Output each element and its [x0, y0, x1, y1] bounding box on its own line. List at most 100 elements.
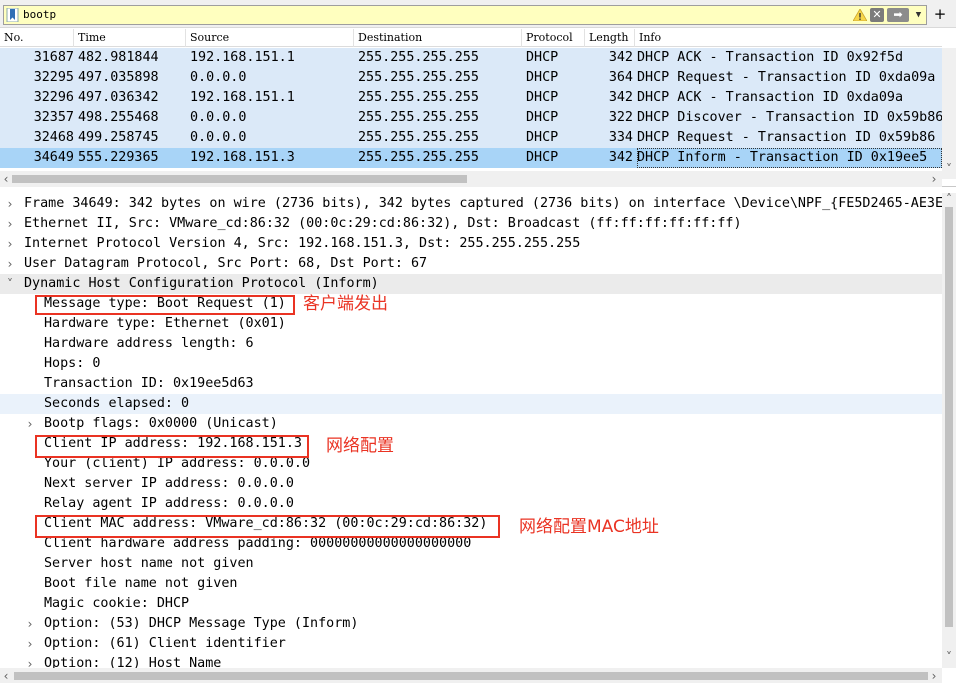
packet-cell-proto: DHCP	[526, 70, 559, 85]
tree-item-ip[interactable]: › Internet Protocol Version 4, Src: 192.…	[0, 234, 942, 254]
tree-item-ethernet[interactable]: › Ethernet II, Src: VMware_cd:86:32 (00:…	[0, 214, 942, 234]
annotation-box-client-mac	[35, 515, 500, 538]
scroll-right-icon[interactable]: ›	[928, 171, 940, 187]
column-header-time[interactable]: Time	[74, 29, 186, 47]
packet-row-selected[interactable]: 34649 555.229365 192.168.151.3 255.255.255.…	[0, 148, 942, 168]
tree-item-dhcp[interactable]: ˅ Dynamic Host Configuration Protocol (I…	[0, 274, 942, 294]
packet-cell-len: 342	[608, 50, 633, 65]
chevron-down-icon[interactable]: ▼	[912, 8, 925, 22]
tree-item-udp[interactable]: › User Datagram Protocol, Src Port: 68, …	[0, 254, 942, 274]
packet-cell-no: 32468	[33, 130, 74, 145]
tree-item-seconds-elapsed[interactable]: Seconds elapsed: 0	[0, 394, 942, 414]
packet-row[interactable]: 32295 497.035898 0.0.0.0 255.255.255.255 DHC…	[0, 68, 942, 88]
tree-item-frame[interactable]: › Frame 34649: 342 bytes on wire (2736 b…	[0, 194, 952, 214]
column-header-protocol[interactable]: Protocol	[522, 29, 585, 47]
details-vertical-scrollbar[interactable]: ˄ ˅	[942, 193, 956, 668]
horizontal-scroll-thumb[interactable]	[14, 672, 928, 680]
packet-cell-src: 192.168.151.1	[190, 90, 295, 105]
packet-cell-len: 334	[608, 130, 633, 145]
packet-cell-dst: 255.255.255.255	[358, 70, 479, 85]
packet-cell-len: 342	[608, 90, 633, 105]
packet-row[interactable]: 32357 498.255468 0.0.0.0 255.255.255.255 DHC…	[0, 108, 942, 128]
horizontal-scroll-thumb[interactable]	[12, 175, 467, 183]
column-header-length[interactable]: Length	[585, 29, 635, 47]
packet-cell-len: 342	[608, 150, 633, 165]
column-header-destination[interactable]: Destination	[354, 29, 522, 47]
annotation-box-client-ip	[35, 435, 309, 458]
tree-item-next-server-ip[interactable]: Next server IP address: 0.0.0.0	[0, 474, 942, 494]
clear-filter-icon[interactable]: ✕	[870, 8, 884, 22]
scroll-left-icon[interactable]: ‹	[0, 668, 12, 683]
warning-icon	[853, 9, 867, 21]
packet-cell-no: 32295	[33, 70, 74, 85]
scroll-right-icon[interactable]: ›	[928, 668, 940, 683]
chevron-right-icon[interactable]: ›	[4, 254, 16, 274]
chevron-right-icon[interactable]: ›	[4, 234, 16, 254]
details-horizontal-scrollbar[interactable]: ‹ ›	[0, 668, 942, 683]
packet-cell-proto: DHCP	[526, 130, 559, 145]
packet-cell-info: DHCP Inform - Transaction ID 0x19ee5	[637, 148, 942, 168]
packet-cell-src: 0.0.0.0	[190, 70, 247, 85]
scroll-down-icon[interactable]: ˅	[943, 649, 955, 665]
chevron-right-icon[interactable]: ›	[4, 194, 16, 214]
packet-cell-no: 34649	[33, 150, 74, 165]
packet-row[interactable]: 32468 499.258745 0.0.0.0 255.255.255.255 DHC…	[0, 128, 942, 148]
column-header-no[interactable]: No.	[0, 29, 74, 47]
column-header-info[interactable]: Info	[635, 29, 942, 47]
packet-cell-dst: 255.255.255.255	[358, 130, 479, 145]
tree-item-option-61[interactable]: › Option: (61) Client identifier	[0, 634, 942, 654]
packet-cell-time: 499.258745	[78, 130, 159, 145]
chevron-right-icon[interactable]: ›	[24, 414, 36, 434]
chevron-right-icon[interactable]: ›	[4, 214, 16, 234]
packet-cell-len: 322	[608, 110, 633, 125]
packet-cell-src: 0.0.0.0	[190, 130, 247, 145]
packet-cell-time: 555.229365	[78, 150, 159, 165]
annotation-box-message-type	[35, 295, 295, 315]
packet-cell-proto: DHCP	[526, 110, 559, 125]
chevron-down-icon[interactable]: ˅	[4, 274, 16, 294]
packet-row[interactable]: 31687 482.981844 192.168.151.1 255.255.255.…	[0, 48, 942, 68]
annotation-network-config-mac: 网络配置MAC地址	[519, 517, 659, 537]
annotation-network-config: 网络配置	[326, 436, 394, 456]
tree-item-transaction-id[interactable]: Transaction ID: 0x19ee5d63	[0, 374, 942, 394]
chevron-right-icon[interactable]: ›	[24, 634, 36, 654]
tree-item-boot-file-name[interactable]: Boot file name not given	[0, 574, 942, 594]
add-filter-button[interactable]: +	[932, 5, 948, 23]
tree-item-option-53[interactable]: › Option: (53) DHCP Message Type (Inform)	[0, 614, 942, 634]
packet-cell-no: 32357	[33, 110, 74, 125]
tree-item-bootp-flags[interactable]: › Bootp flags: 0x0000 (Unicast)	[0, 414, 942, 434]
packet-cell-src: 0.0.0.0	[190, 110, 247, 125]
packet-cell-dst: 255.255.255.255	[358, 50, 479, 65]
tree-item-magic-cookie[interactable]: Magic cookie: DHCP	[0, 594, 942, 614]
packet-row[interactable]: 32296 497.036342 192.168.151.1 255.255.255.…	[0, 88, 942, 108]
packet-cell-time: 497.035898	[78, 70, 159, 85]
scroll-left-icon[interactable]: ‹	[0, 171, 12, 187]
packet-cell-proto: DHCP	[526, 150, 559, 165]
tree-item-hops[interactable]: Hops: 0	[0, 354, 942, 374]
packet-cell-src: 192.168.151.1	[190, 50, 295, 65]
apply-filter-icon[interactable]: ➡	[887, 8, 909, 22]
packet-list-horizontal-scrollbar[interactable]: ‹ ›	[0, 171, 942, 187]
tree-item-relay-agent-ip[interactable]: Relay agent IP address: 0.0.0.0	[0, 494, 942, 514]
vertical-scroll-thumb[interactable]	[945, 207, 953, 627]
column-header-source[interactable]: Source	[186, 29, 354, 47]
tree-item-hardware-address-length[interactable]: Hardware address length: 6	[0, 334, 942, 354]
packet-cell-src: 192.168.151.3	[190, 150, 295, 165]
chevron-right-icon[interactable]: ›	[24, 654, 36, 668]
packet-list: No. Time Source Destination Protocol Len…	[0, 29, 956, 187]
tree-item-option-12[interactable]: › Option: (12) Host Name	[0, 654, 942, 668]
chevron-right-icon[interactable]: ›	[24, 614, 36, 634]
filter-text[interactable]: bootp	[23, 8, 56, 22]
tree-item-server-host-name[interactable]: Server host name not given	[0, 554, 942, 574]
scroll-down-icon[interactable]: ˅	[943, 161, 955, 177]
packet-list-vertical-scrollbar[interactable]: ˅	[942, 48, 956, 179]
packet-cell-len: 364	[608, 70, 633, 85]
packet-cell-info: DHCP Request - Transaction ID 0x59b86	[637, 130, 936, 145]
packet-cell-time: 497.036342	[78, 90, 159, 105]
scroll-up-icon[interactable]: ˄	[943, 193, 955, 207]
bookmark-icon[interactable]	[6, 8, 19, 22]
packet-cell-dst: 255.255.255.255	[358, 150, 479, 165]
display-filter-input[interactable]: bootp ✕ ➡ ▼	[3, 5, 927, 25]
tree-item-hardware-type[interactable]: Hardware type: Ethernet (0x01)	[0, 314, 942, 334]
packet-cell-proto: DHCP	[526, 50, 559, 65]
